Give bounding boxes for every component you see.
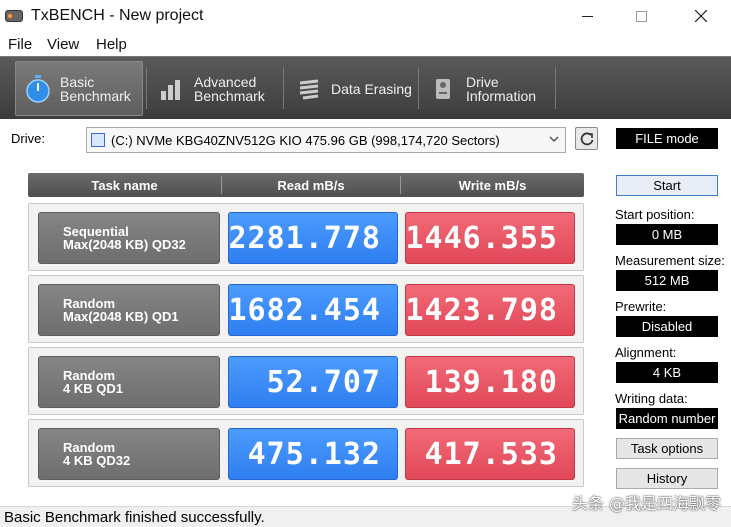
drive-icon <box>91 133 105 147</box>
tab-label: Drive Information <box>466 73 537 104</box>
task-name-line2: 4 KB QD32 <box>63 453 131 468</box>
write-value: 1446.355 <box>405 212 575 264</box>
minimize-button[interactable] <box>564 0 610 32</box>
start-button[interactable]: Start <box>616 175 718 196</box>
tab-basic-benchmark[interactable]: Basic Benchmark <box>15 61 143 116</box>
close-icon <box>695 10 707 22</box>
measurement-size-field[interactable]: 512 MB <box>616 270 718 291</box>
tab-label: Advanced Benchmark <box>194 73 265 104</box>
tab-drive-information[interactable]: Drive Information <box>422 61 552 116</box>
results-header: Task name Read mB/s Write mB/s <box>28 173 584 197</box>
drive-label: Drive: <box>11 131 45 146</box>
read-value: 475.132 <box>228 428 398 480</box>
write-value: 1423.798 <box>405 284 575 336</box>
minimize-icon <box>581 15 593 17</box>
task-options-button[interactable]: Task options <box>616 438 718 459</box>
measurement-size-label: Measurement size: <box>615 253 725 268</box>
task-button[interactable]: Random Max(2048 KB) QD1 <box>38 284 220 336</box>
drive-select[interactable]: (C:) NVMe KBG40ZNV512G KIO 475.96 GB (99… <box>86 127 566 153</box>
result-row-rnd-4k-qd32: Random 4 KB QD32 475.132 417.533 <box>28 419 584 487</box>
task-name-line2: Max(2048 KB) QD1 <box>63 309 179 324</box>
task-button[interactable]: Random 4 KB QD1 <box>38 356 220 408</box>
writing-data-label: Writing data: <box>615 391 688 406</box>
tab-label: Basic Benchmark <box>60 73 131 104</box>
app-icon <box>5 8 23 24</box>
write-value: 139.180 <box>405 356 575 408</box>
menu-file[interactable]: File <box>8 36 32 53</box>
task-name-line2: 4 KB QD1 <box>63 381 123 396</box>
chevron-down-icon <box>549 136 559 142</box>
close-button[interactable] <box>678 0 724 32</box>
tab-advanced-benchmark[interactable]: Advanced Benchmark <box>150 61 280 116</box>
writing-data-field[interactable]: Random number <box>616 408 718 429</box>
result-row-seq-qd32: Sequential Max(2048 KB) QD32 2281.778 14… <box>28 203 584 271</box>
header-task-name: Task name <box>91 177 158 193</box>
read-value: 52.707 <box>228 356 398 408</box>
result-row-rnd-4k-qd1: Random 4 KB QD1 52.707 139.180 <box>28 347 584 415</box>
tab-label: Data Erasing <box>331 80 412 97</box>
drive-info-icon <box>430 75 458 103</box>
read-value: 1682.454 <box>228 284 398 336</box>
eraser-icon <box>295 75 323 103</box>
alignment-label: Alignment: <box>615 345 677 360</box>
watermark: 头条 @我是四海飘零 <box>571 494 721 513</box>
menu-help[interactable]: Help <box>96 36 127 53</box>
task-button[interactable]: Random 4 KB QD32 <box>38 428 220 480</box>
maximize-button[interactable] <box>618 0 664 32</box>
bar-chart-icon <box>158 75 186 103</box>
refresh-icon <box>580 132 593 145</box>
stopwatch-icon <box>24 74 52 103</box>
window-title: TxBENCH - New project <box>31 7 204 24</box>
status-text: Basic Benchmark finished successfully. <box>4 508 265 526</box>
refresh-button[interactable] <box>575 127 598 150</box>
toolbar: Basic Benchmark Advanced Benchmark Data … <box>0 56 731 119</box>
start-position-label: Start position: <box>615 207 695 222</box>
drive-select-value: (C:) NVMe KBG40ZNV512G KIO 475.96 GB (99… <box>111 132 500 148</box>
write-value: 417.533 <box>405 428 575 480</box>
start-position-field[interactable]: 0 MB <box>616 224 718 245</box>
result-row-rnd-max-qd1: Random Max(2048 KB) QD1 1682.454 1423.79… <box>28 275 584 343</box>
prewrite-field[interactable]: Disabled <box>616 316 718 337</box>
alignment-field[interactable]: 4 KB <box>616 362 718 383</box>
task-name-line2: Max(2048 KB) QD32 <box>63 237 186 252</box>
menu-bar: File View Help <box>0 32 731 56</box>
history-button[interactable]: History <box>616 468 718 489</box>
read-value: 2281.778 <box>228 212 398 264</box>
maximize-icon <box>635 10 647 22</box>
tab-data-erasing[interactable]: Data Erasing <box>287 61 415 116</box>
header-read: Read mB/s <box>277 177 345 193</box>
menu-view[interactable]: View <box>47 36 79 53</box>
prewrite-label: Prewrite: <box>615 299 667 314</box>
title-bar: TxBENCH - New project <box>0 0 731 32</box>
header-write: Write mB/s <box>458 177 527 193</box>
task-button[interactable]: Sequential Max(2048 KB) QD32 <box>38 212 220 264</box>
file-mode-indicator[interactable]: FILE mode <box>616 128 718 149</box>
